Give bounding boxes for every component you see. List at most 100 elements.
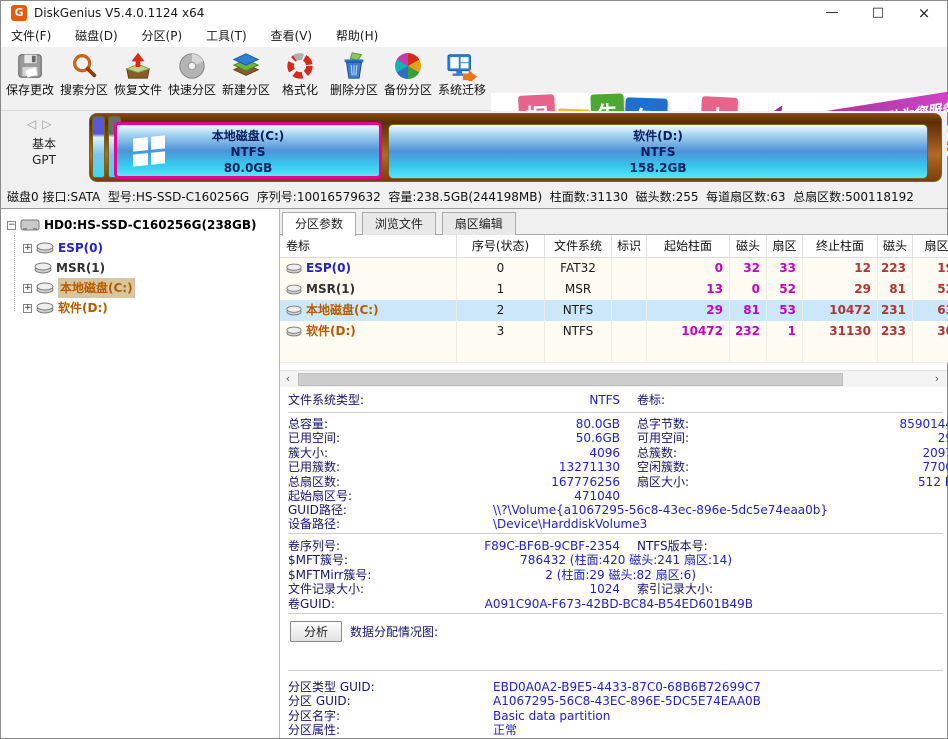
- partition-attr-label: 分区属性:: [288, 723, 340, 737]
- horizontal-scrollbar[interactable]: ‹ ›: [280, 370, 947, 387]
- partition-table: 卷标 序号(状态) 文件系统 标识 起始柱面 磁头 扇区 终止柱面 磁头 扇区 …: [280, 235, 948, 363]
- tree-item-c-drive[interactable]: + 本地磁盘(C:): [23, 278, 135, 298]
- used-clusters-value: 13271130: [288, 460, 620, 474]
- partition-icon: [286, 305, 302, 316]
- partition-type-guid-label: 分区类型 GUID:: [288, 680, 375, 694]
- menu-tools[interactable]: 工具(T): [196, 25, 257, 47]
- partition-icon: [286, 263, 302, 274]
- disk-info-line: 磁盘0 接口:SATA 型号:HS-SSD-C160256G 序列号:10016…: [1, 187, 947, 208]
- partition-guid-label: 分区 GUID:: [288, 694, 351, 708]
- index-record-size-label: 索引记录大小:: [637, 582, 713, 596]
- scroll-right-icon[interactable]: ›: [929, 371, 945, 388]
- tab-partition-params[interactable]: 分区参数: [282, 212, 356, 236]
- table-row-d-drive[interactable]: 软件(D:) 3 NTFS 10472 232 1 31130 233 30: [280, 321, 948, 342]
- fs-type-value: NTFS: [288, 393, 620, 407]
- free-clusters-value: 7700: [637, 460, 948, 474]
- partition-table-type-label: GPT: [1, 153, 87, 167]
- tree-item-disk-root[interactable]: − HD0:HS-SSD-C160256G(238GB): [7, 215, 257, 235]
- col-flag[interactable]: 标识: [612, 235, 647, 257]
- quick-partition-button[interactable]: 快速分区: [165, 49, 219, 109]
- mftmirr-cluster-value: 2 (柱面:29 磁头:82 扇区:6): [288, 568, 696, 582]
- menu-view[interactable]: 查看(V): [261, 25, 323, 47]
- tree-item-label: MSR(1): [56, 258, 105, 278]
- menu-bar: 文件(F) 磁盘(D) 分区(P) 工具(T) 查看(V) 帮助(H): [1, 25, 947, 47]
- tree-item-msr[interactable]: MSR(1): [34, 258, 105, 278]
- delete-partition-button[interactable]: 删除分区: [327, 49, 381, 109]
- save-changes-button[interactable]: 保存更改: [3, 49, 57, 109]
- new-partition-icon: [219, 49, 273, 83]
- prev-disk-arrow-icon[interactable]: ◁: [27, 117, 42, 131]
- file-record-size-value: 1024: [288, 582, 620, 596]
- total-clusters-value: 2097: [637, 446, 948, 460]
- col-start-cylinder[interactable]: 起始柱面: [647, 235, 730, 257]
- partition-block-c-selected[interactable]: 本地磁盘(C:) NTFS 80.0GB: [114, 122, 382, 179]
- expand-icon[interactable]: +: [23, 304, 32, 313]
- col-start-head[interactable]: 磁头: [730, 235, 767, 257]
- menu-partition[interactable]: 分区(P): [132, 25, 193, 47]
- window-title: DiskGenius V5.4.0.1124 x64: [34, 1, 204, 25]
- menu-file[interactable]: 文件(F): [1, 25, 61, 47]
- partition-icon: [286, 326, 302, 337]
- separator: [288, 670, 943, 671]
- backup-partition-icon: [381, 49, 435, 83]
- maximize-button[interactable]: □: [855, 1, 901, 25]
- toolbar: 保存更改 搜索分区 恢复文件 快速分区 新建分区 格式化 删除分区: [1, 47, 947, 111]
- tab-sector-edit[interactable]: 扇区编辑: [442, 212, 516, 235]
- search-partition-button[interactable]: 搜索分区: [57, 49, 111, 109]
- separator: [288, 533, 943, 534]
- tree-item-label: 本地磁盘(C:): [58, 278, 135, 298]
- capacity-value: 80.0GB: [288, 417, 620, 431]
- partition-icon: [36, 242, 54, 254]
- col-start-sector[interactable]: 扇区: [767, 235, 803, 257]
- col-end-head[interactable]: 磁头: [878, 235, 913, 257]
- expand-icon[interactable]: +: [23, 284, 32, 293]
- close-button[interactable]: ×: [901, 1, 947, 25]
- partition-block-d[interactable]: 软件(D:) NTFS 158.2GB: [388, 124, 928, 179]
- scroll-left-icon[interactable]: ‹: [280, 371, 296, 388]
- new-partition-button[interactable]: 新建分区: [219, 49, 273, 109]
- analyze-button[interactable]: 分析: [290, 621, 342, 642]
- tree-item-esp[interactable]: + ESP(0): [23, 238, 103, 258]
- total-bytes-value: 8590144: [637, 417, 948, 431]
- minimize-button[interactable]: —: [809, 1, 855, 25]
- partition-block-esp[interactable]: [92, 116, 105, 178]
- scrollbar-thumb[interactable]: [298, 373, 843, 386]
- col-filesystem[interactable]: 文件系统: [545, 235, 612, 257]
- table-row-c-drive-selected[interactable]: 本地磁盘(C:) 2 NTFS 29 81 53 10472 231 63: [280, 300, 948, 321]
- sector-size-value: 512 B: [637, 475, 948, 489]
- col-volume-label[interactable]: 卷标: [280, 235, 457, 257]
- save-icon: [3, 49, 57, 83]
- guid-path-value: \\?\Volume{a1067295-56c8-43ec-896e-5dc5e…: [493, 503, 828, 517]
- next-disk-arrow-icon[interactable]: ▷: [42, 117, 57, 131]
- system-migrate-button[interactable]: 系统迁移: [435, 49, 489, 109]
- expand-icon[interactable]: +: [23, 244, 32, 253]
- table-header-row: 卷标 序号(状态) 文件系统 标识 起始柱面 磁头 扇区 终止柱面 磁头 扇区: [280, 235, 948, 258]
- backup-partition-button[interactable]: 备份分区: [381, 49, 435, 109]
- separator: [288, 412, 943, 413]
- partition-size: 80.0GB: [117, 160, 379, 176]
- guid-path-label: GUID路径:: [288, 503, 347, 517]
- menu-help[interactable]: 帮助(H): [326, 25, 388, 47]
- table-row-esp[interactable]: ESP(0) 0 FAT32 0 32 33 12 223 19: [280, 258, 948, 279]
- ntfs-version-label: NTFS版本号:: [637, 539, 708, 553]
- tree-item-label: ESP(0): [58, 238, 103, 258]
- table-row-msr[interactable]: MSR(1) 1 MSR 13 0 52 29 81 52: [280, 279, 948, 300]
- disk-type-label: 基本: [1, 135, 87, 152]
- collapse-icon[interactable]: −: [7, 221, 16, 230]
- app-logo-icon: G: [11, 5, 27, 21]
- col-end-cylinder[interactable]: 终止柱面: [803, 235, 878, 257]
- tree-item-d-drive[interactable]: + 软件(D:): [23, 298, 108, 318]
- col-end-sector[interactable]: 扇区: [913, 235, 948, 257]
- disk-tree-panel: − HD0:HS-SSD-C160256G(238GB) + ESP(0) MS…: [1, 209, 280, 738]
- partition-name: 本地磁盘(C:): [117, 128, 379, 144]
- volume-serial-value: F89C-BF6B-9CBF-2354: [288, 539, 620, 553]
- tab-browse-files[interactable]: 浏览文件: [362, 212, 436, 235]
- vol-label-label: 卷标:: [637, 393, 665, 407]
- col-number-status[interactable]: 序号(状态): [457, 235, 545, 257]
- tree-item-label: 软件(D:): [58, 298, 108, 318]
- recover-files-button[interactable]: 恢复文件: [111, 49, 165, 109]
- menu-disk[interactable]: 磁盘(D): [65, 25, 128, 47]
- format-button[interactable]: 格式化: [273, 49, 327, 109]
- disk-overview-bar: ◁▷ 基本 GPT 本地磁盘(C:) NTFS 80.0GB 软件(D:) NT…: [1, 111, 947, 187]
- partition-icon: [34, 262, 52, 274]
